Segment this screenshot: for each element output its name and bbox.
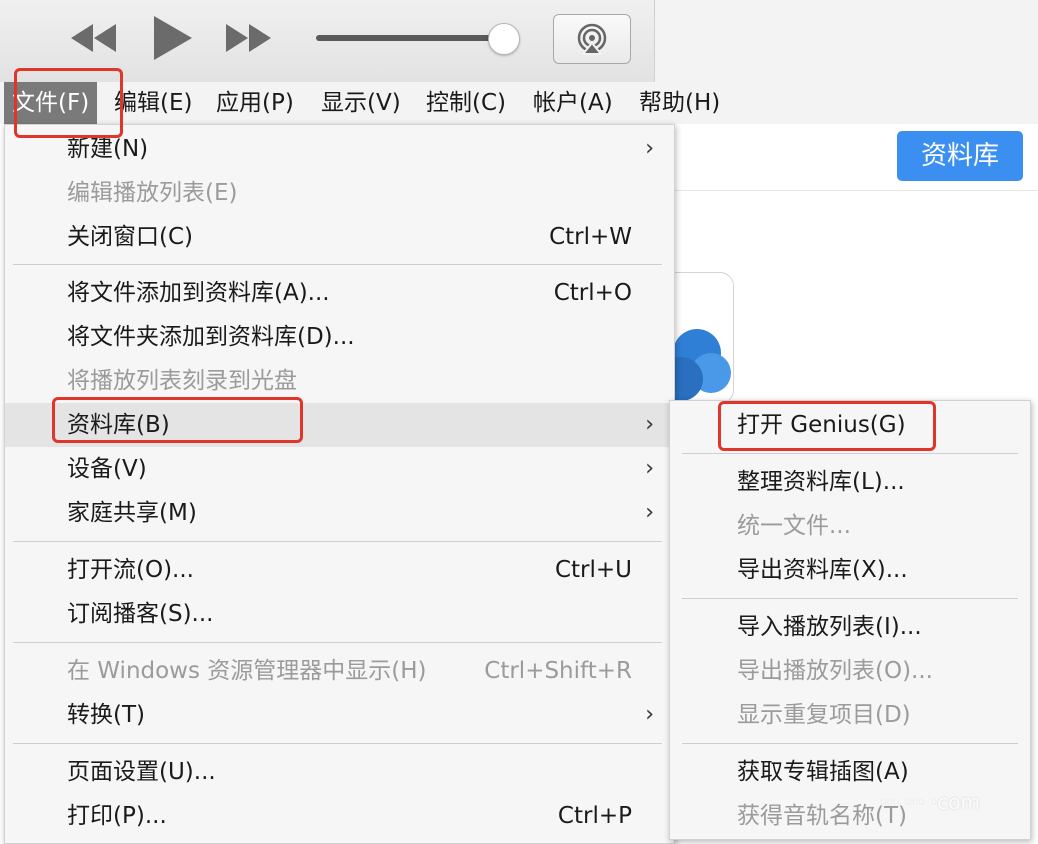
file-menu-item-new[interactable]: 新建(N) › — [5, 127, 674, 171]
airplay-icon — [577, 23, 607, 55]
file-menu-item-open-stream[interactable]: 打开流(O)... Ctrl+U — [5, 548, 674, 592]
play-button[interactable] — [150, 14, 196, 62]
library-button[interactable]: 资料库 — [897, 131, 1023, 181]
file-menu: 新建(N) › 编辑播放列表(E) 关闭窗口(C) Ctrl+W 将文件添加到资… — [4, 124, 675, 844]
rewind-button[interactable] — [70, 22, 118, 54]
volume-knob[interactable] — [488, 23, 520, 55]
toolbar-blank-area — [654, 0, 1038, 82]
library-submenu-item-consolidate: 统一文件... — [670, 504, 1030, 548]
menu-separator — [13, 642, 662, 643]
menu-file[interactable]: 文件(F) — [4, 82, 98, 124]
library-submenu: 打开 Genius(G) 整理资料库(L)... 统一文件... 导出资料库(X… — [669, 400, 1031, 840]
library-submenu-item-export-playlist: 导出播放列表(O)... — [670, 649, 1030, 693]
menu-separator — [13, 743, 662, 744]
library-submenu-item-open-genius[interactable]: 打开 Genius(G) — [670, 403, 1030, 447]
library-submenu-item-get-artwork[interactable]: 获取专辑插图(A) — [670, 750, 1030, 794]
menu-item-label: 页面设置(U)... — [67, 759, 216, 785]
menu-view[interactable]: 显示(V) — [313, 82, 409, 124]
menu-item-label: 将文件添加到资料库(A)... — [67, 280, 330, 306]
menu-item-label: 在 Windows 资源管理器中显示(H) — [67, 658, 427, 684]
chevron-right-icon: › — [645, 500, 654, 525]
menu-bar: 文件(F) 编辑(E) 应用(P) 显示(V) 控制(C) 帐户(A) 帮助(H… — [0, 82, 1038, 124]
file-menu-item-show-in-explorer: 在 Windows 资源管理器中显示(H) Ctrl+Shift+R — [5, 649, 674, 693]
menu-separator — [682, 453, 1018, 454]
menu-item-label: 统一文件... — [737, 513, 851, 539]
menu-apps[interactable]: 应用(P) — [208, 82, 302, 124]
chevron-right-icon: › — [645, 136, 654, 161]
airplay-button[interactable] — [553, 14, 631, 64]
menu-item-label: 将播放列表刻录到光盘 — [67, 368, 297, 394]
menu-item-label: 资料库(B) — [67, 412, 170, 438]
chevron-right-icon: › — [645, 702, 654, 727]
menu-item-label: 打开流(O)... — [67, 557, 194, 583]
file-menu-item-subscribe-podcast[interactable]: 订阅播客(S)... — [5, 592, 674, 636]
library-submenu-item-import-playlist[interactable]: 导入播放列表(I)... — [670, 605, 1030, 649]
play-icon — [154, 16, 192, 60]
file-menu-item-edit-playlist: 编辑播放列表(E) — [5, 171, 674, 215]
file-menu-item-print[interactable]: 打印(P)... Ctrl+P — [5, 794, 674, 838]
shortcut-label: Ctrl+U — [554, 557, 632, 583]
file-menu-item-add-file[interactable]: 将文件添加到资料库(A)... Ctrl+O — [5, 271, 674, 315]
fast-forward-icon — [226, 24, 271, 52]
menu-item-label: 订阅播客(S)... — [67, 601, 214, 627]
menu-item-label: 设备(V) — [67, 456, 147, 482]
library-submenu-item-organize[interactable]: 整理资料库(L)... — [670, 460, 1030, 504]
shortcut-label: Ctrl+P — [557, 803, 632, 829]
menu-item-label: 导出资料库(X)... — [737, 557, 908, 583]
menu-item-label: 转换(T) — [67, 702, 145, 728]
menu-separator — [13, 541, 662, 542]
shortcut-label: Ctrl+O — [553, 280, 632, 306]
menu-account[interactable]: 帐户(A) — [525, 82, 621, 124]
menu-edit[interactable]: 编辑(E) — [106, 82, 200, 124]
menu-separator — [13, 264, 662, 265]
content-divider — [654, 190, 1038, 191]
library-submenu-item-show-duplicates: 显示重复项目(D) — [670, 693, 1030, 737]
fast-forward-button[interactable] — [224, 22, 272, 54]
menu-separator — [682, 743, 1018, 744]
volume-slider[interactable] — [316, 35, 506, 41]
chevron-right-icon: › — [645, 456, 654, 481]
chevron-right-icon: › — [645, 412, 654, 437]
menu-item-label: 编辑播放列表(E) — [67, 180, 238, 206]
file-menu-item-library[interactable]: 资料库(B) › — [5, 403, 674, 447]
menu-controls[interactable]: 控制(C) — [418, 82, 514, 124]
file-menu-item-close-window[interactable]: 关闭窗口(C) Ctrl+W — [5, 215, 674, 259]
watermark: ··· ··· ·com — [880, 790, 980, 814]
menu-item-label: 关闭窗口(C) — [67, 224, 194, 250]
menu-item-label: 获取专辑插图(A) — [737, 759, 909, 785]
menu-item-label: 新建(N) — [67, 136, 149, 162]
file-menu-item-devices[interactable]: 设备(V) › — [5, 447, 674, 491]
player-toolbar — [0, 0, 654, 82]
menu-item-label: 导出播放列表(O)... — [737, 658, 933, 684]
menu-item-label: 显示重复项目(D) — [737, 702, 911, 728]
menu-item-label: 将文件夹添加到资料库(D)... — [67, 324, 355, 350]
file-menu-item-page-setup[interactable]: 页面设置(U)... — [5, 750, 674, 794]
file-menu-item-burn-playlist: 将播放列表刻录到光盘 — [5, 359, 674, 403]
file-menu-item-convert[interactable]: 转换(T) › — [5, 693, 674, 737]
file-menu-item-home-sharing[interactable]: 家庭共享(M) › — [5, 491, 674, 535]
menu-help[interactable]: 帮助(H) — [631, 82, 728, 124]
menu-item-label: 整理资料库(L)... — [737, 469, 905, 495]
shortcut-label: Ctrl+Shift+R — [484, 658, 632, 684]
menu-item-label: 打印(P)... — [67, 803, 167, 829]
menu-item-label: 导入播放列表(I)... — [737, 614, 922, 640]
file-menu-item-add-folder[interactable]: 将文件夹添加到资料库(D)... — [5, 315, 674, 359]
shortcut-label: Ctrl+W — [549, 224, 632, 250]
menu-item-label: 打开 Genius(G) — [737, 412, 906, 438]
rewind-icon — [71, 24, 116, 52]
menu-item-label: 家庭共享(M) — [67, 500, 197, 526]
library-submenu-item-export-library[interactable]: 导出资料库(X)... — [670, 548, 1030, 592]
menu-separator — [682, 598, 1018, 599]
